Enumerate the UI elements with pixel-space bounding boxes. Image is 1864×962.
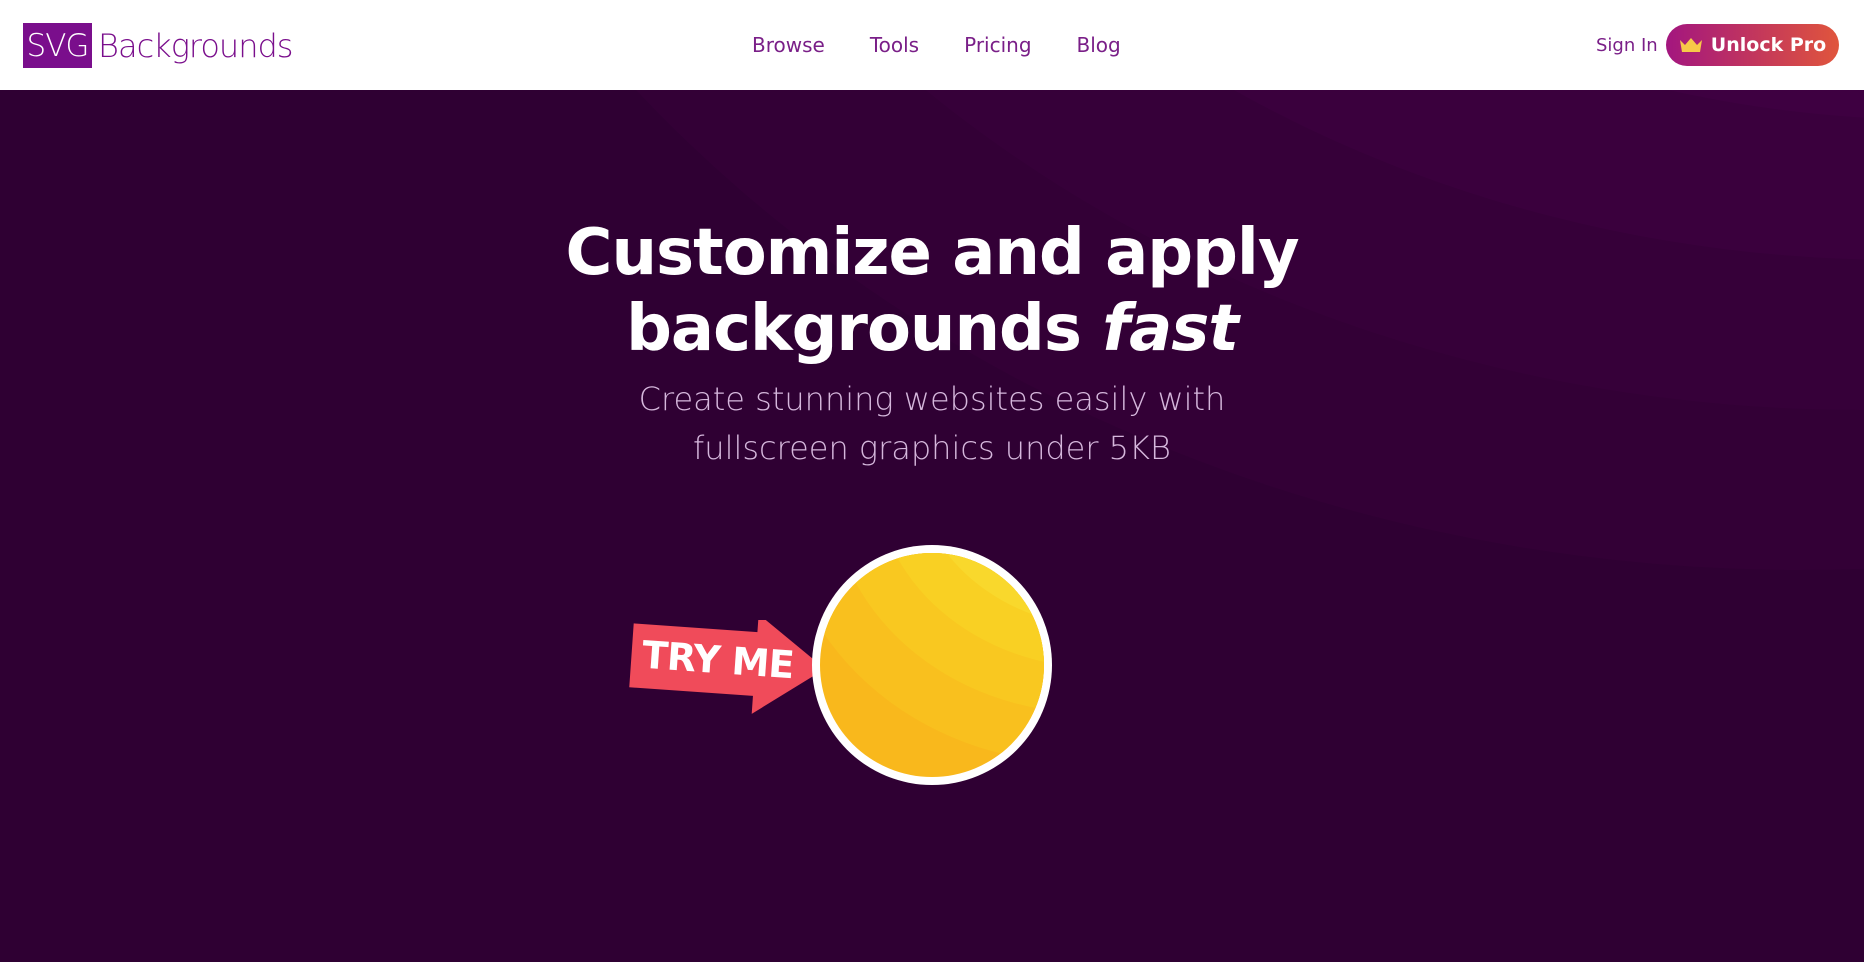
subheadline-line2: fullscreen graphics under 5KB <box>693 429 1171 467</box>
logo-mark: SVG <box>23 23 92 68</box>
crown-icon <box>1679 38 1702 52</box>
site-logo[interactable]: SVG Backgrounds <box>23 23 293 68</box>
headline-line1: Customize and apply <box>565 216 1299 290</box>
headline-line2: backgrounds <box>626 292 1103 366</box>
subheadline-line1: Create stunning websites easily with <box>638 380 1226 418</box>
headline-fast: fast <box>1102 292 1239 366</box>
main-nav: Browse Tools Pricing Blog <box>752 33 1166 57</box>
unlock-pro-label: Unlock Pro <box>1710 34 1827 56</box>
nav-link-blog[interactable]: Blog <box>1077 33 1121 57</box>
logo-text: Backgrounds <box>98 26 293 65</box>
yellow-waves-preview <box>820 553 1044 777</box>
nav-link-tools[interactable]: Tools <box>870 33 919 57</box>
hero-headline: Customize and apply backgrounds fast <box>0 215 1864 367</box>
nav-link-pricing[interactable]: Pricing <box>964 33 1031 57</box>
background-preview-circle[interactable] <box>812 545 1052 785</box>
top-navbar: SVG Backgrounds Browse Tools Pricing Blo… <box>0 0 1864 90</box>
nav-link-browse[interactable]: Browse <box>752 33 825 57</box>
sign-in-link[interactable]: Sign In <box>1596 35 1658 56</box>
unlock-pro-button[interactable]: Unlock Pro <box>1666 24 1839 66</box>
hero-subheadline: Create stunning websites easily with ful… <box>0 375 1864 473</box>
hero-section: Customize and apply backgrounds fast Cre… <box>0 90 1864 962</box>
